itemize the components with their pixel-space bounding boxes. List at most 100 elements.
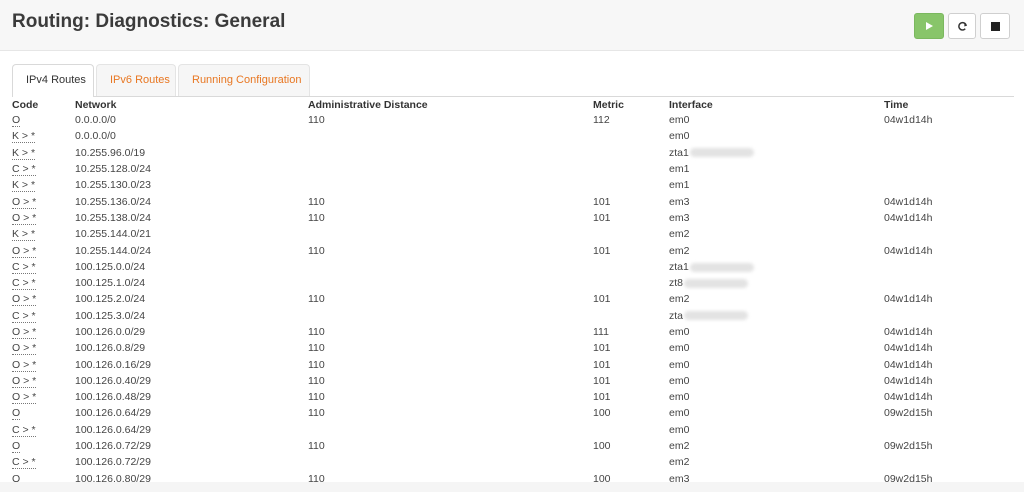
route-code-cell: O > * <box>12 210 75 226</box>
route-distance: 110 <box>308 195 325 208</box>
route-network: 10.255.128.0/24 <box>75 163 151 176</box>
route-network: 10.255.136.0/24 <box>75 195 151 208</box>
tab-ipv4-routes[interactable]: IPv4 Routes <box>12 64 94 97</box>
column-header-distance[interactable]: Administrative Distance <box>308 97 593 112</box>
route-interface-cell: em3 <box>669 193 884 209</box>
route-metric: 111 <box>593 326 609 338</box>
table-row: C > * 100.125.0.0/24 zta1 <box>12 259 1014 275</box>
route-time-cell <box>884 422 1014 438</box>
route-time-cell <box>884 308 1014 324</box>
route-distance-cell: 110 <box>308 324 593 340</box>
table-header-row: Code Network Administrative Distance Met… <box>12 97 1014 112</box>
table-row: C > * 100.126.0.72/29 em2 <box>12 454 1014 470</box>
route-distance: 110 <box>308 114 325 127</box>
route-distance-cell: 110 <box>308 405 593 421</box>
route-code[interactable]: O > * <box>12 391 37 405</box>
route-code[interactable]: O > * <box>12 244 37 258</box>
route-network-cell: 100.125.0.0/24 <box>75 259 308 275</box>
column-header-metric[interactable]: Metric <box>593 97 669 112</box>
route-code[interactable]: K > * <box>12 130 36 144</box>
route-code[interactable]: O <box>12 114 21 128</box>
table-row: C > * 10.255.128.0/24 em1 <box>12 161 1014 177</box>
page-header: Routing: Diagnostics: General <box>0 0 1024 51</box>
route-code-cell: C > * <box>12 422 75 438</box>
route-interface: zta1 <box>669 260 689 273</box>
route-network: 10.255.144.0/21 <box>75 228 151 241</box>
route-code[interactable]: K > * <box>12 146 36 160</box>
route-metric-cell: 101 <box>593 356 669 372</box>
route-distance: 110 <box>308 407 325 420</box>
route-metric: 101 <box>593 391 611 404</box>
route-metric-cell <box>593 177 669 193</box>
route-interface-cell: em2 <box>669 226 884 242</box>
route-network: 10.255.130.0/23 <box>75 179 151 192</box>
stop-service-button[interactable] <box>980 13 1010 39</box>
route-code[interactable]: O > * <box>12 195 37 209</box>
route-interface-cell: em0 <box>669 389 884 405</box>
route-metric-cell: 101 <box>593 242 669 258</box>
route-code[interactable]: C > * <box>12 163 36 177</box>
route-code[interactable]: O <box>12 440 21 454</box>
route-interface-cell: em0 <box>669 405 884 421</box>
route-interface-cell: em0 <box>669 373 884 389</box>
route-code[interactable]: O > * <box>12 326 37 339</box>
route-code-cell: O <box>12 112 75 128</box>
restart-service-button[interactable] <box>948 13 976 39</box>
route-metric-cell: 101 <box>593 340 669 356</box>
route-code[interactable]: O > * <box>12 374 37 388</box>
play-icon <box>926 22 933 30</box>
route-network-cell: 100.125.1.0/24 <box>75 275 308 291</box>
route-code[interactable]: C > * <box>12 277 36 291</box>
route-code[interactable]: O > * <box>12 358 37 372</box>
route-time-cell: 04w1d14h <box>884 291 1014 307</box>
route-interface-cell: em2 <box>669 291 884 307</box>
route-metric: 101 <box>593 211 611 224</box>
column-header-interface[interactable]: Interface <box>669 97 884 112</box>
tab-running-configuration[interactable]: Running Configuration <box>178 64 310 96</box>
route-interface: em0 <box>669 358 690 371</box>
route-time: 04w1d14h <box>884 358 933 371</box>
route-distance-cell <box>308 128 593 144</box>
route-code-cell: K > * <box>12 226 75 242</box>
table-row: O > * 100.126.0.0/29 110 111 em0 04w1d14h <box>12 324 1014 340</box>
route-interface-cell: em3 <box>669 210 884 226</box>
route-code[interactable]: O > * <box>12 342 37 356</box>
route-time-cell: 04w1d14h <box>884 356 1014 372</box>
route-metric-cell <box>593 454 669 470</box>
route-code-cell: C > * <box>12 275 75 291</box>
route-metric: 101 <box>593 358 611 371</box>
route-code[interactable]: C > * <box>12 309 36 323</box>
start-service-button[interactable] <box>914 13 944 39</box>
route-time-cell: 09w2d15h <box>884 438 1014 454</box>
route-network-cell: 10.255.128.0/24 <box>75 161 308 177</box>
route-metric-cell <box>593 226 669 242</box>
route-code[interactable]: K > * <box>12 179 36 193</box>
tab-ipv6-routes[interactable]: IPv6 Routes <box>96 64 176 96</box>
route-metric-cell: 111 <box>593 324 669 340</box>
route-distance-cell: 110 <box>308 291 593 307</box>
route-interface: em2 <box>669 228 690 241</box>
column-header-code[interactable]: Code <box>12 97 75 112</box>
route-distance: 110 <box>308 342 325 355</box>
route-interface: em0 <box>669 114 690 127</box>
column-header-network[interactable]: Network <box>75 97 308 112</box>
route-code[interactable]: O > * <box>12 211 37 225</box>
route-distance: 110 <box>308 244 325 257</box>
route-time-cell <box>884 259 1014 275</box>
route-interface: em2 <box>669 293 690 306</box>
route-metric: 101 <box>593 244 611 257</box>
route-interface-cell: zta1 <box>669 145 884 161</box>
route-metric-cell: 100 <box>593 438 669 454</box>
route-code[interactable]: O <box>12 407 21 421</box>
route-network: 100.126.0.64/29 <box>75 407 151 420</box>
route-time-cell <box>884 145 1014 161</box>
route-code[interactable]: C > * <box>12 260 36 274</box>
route-code[interactable]: C > * <box>12 423 36 437</box>
route-code-cell: C > * <box>12 308 75 324</box>
route-code[interactable]: O > * <box>12 293 37 307</box>
route-code[interactable]: C > * <box>12 456 36 470</box>
column-header-time[interactable]: Time <box>884 97 1014 112</box>
route-network-cell: 100.126.0.64/29 <box>75 405 308 421</box>
route-code[interactable]: K > * <box>12 228 36 242</box>
route-distance: 110 <box>308 293 325 306</box>
